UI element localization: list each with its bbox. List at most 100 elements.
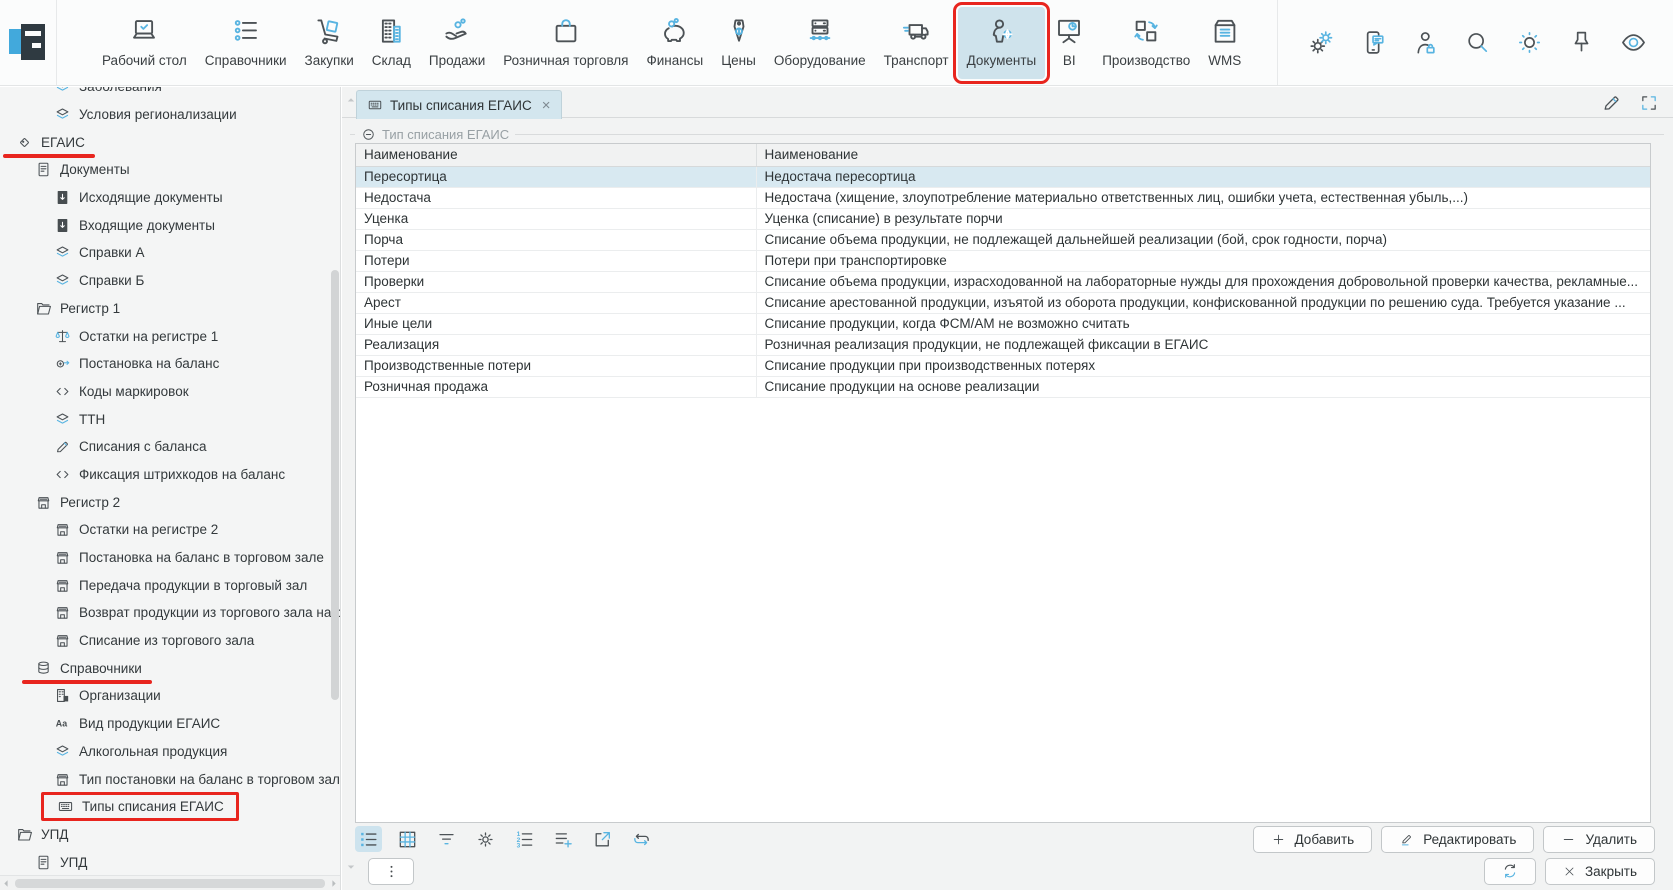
edit-pencil-icon[interactable] xyxy=(1601,92,1622,113)
column-header[interactable]: Наименование xyxy=(756,144,1650,166)
table-row-8[interactable]: Иные целиСписание продукции, когда ФСМ/А… xyxy=(356,313,1650,334)
brightness-button[interactable] xyxy=(1516,29,1543,56)
pin-button[interactable] xyxy=(1568,29,1595,56)
sidebar-vertical-scrollbar[interactable] xyxy=(331,270,339,700)
tree-item-5[interactable]: Исходящие документы xyxy=(0,184,331,212)
view-grid-tool-button[interactable] xyxy=(394,826,421,852)
sidebar-horizontal-scrollbar[interactable] xyxy=(0,875,340,890)
scales-icon xyxy=(54,328,71,345)
nav-item-1[interactable]: Рабочий стол xyxy=(93,7,196,79)
tree-item-17[interactable]: Остатки на регистре 2 xyxy=(0,516,331,544)
nav-item-5[interactable]: Продажи xyxy=(420,7,494,79)
nav-item-label: Закупки xyxy=(305,53,354,68)
tree-item-label: Остатки на регистре 2 xyxy=(79,522,218,537)
visibility-button[interactable] xyxy=(1620,29,1647,56)
tree-item-9[interactable]: Регистр 1 xyxy=(0,295,331,323)
nav-item-7[interactable]: Финансы xyxy=(638,7,713,79)
nav-item-9[interactable]: Оборудование xyxy=(765,7,875,79)
top-toolbar: Рабочий столСправочники Закупки Склад Прода… xyxy=(0,0,1673,86)
tree-item-7[interactable]: Справки А xyxy=(0,239,331,267)
nav-item-label: Производство xyxy=(1102,53,1190,68)
close-button[interactable]: Закрыть xyxy=(1545,858,1655,885)
more-options-button[interactable] xyxy=(368,858,414,885)
filter-tool-button[interactable] xyxy=(433,826,460,852)
search-button[interactable] xyxy=(1464,29,1491,56)
table-row-10[interactable]: Производственные потериСписание продукци… xyxy=(356,355,1650,376)
add-list-tool-button[interactable] xyxy=(550,826,577,852)
table-row-5[interactable]: ПотериПотери при транспортировке xyxy=(356,250,1650,271)
user-lock-button[interactable] xyxy=(1412,29,1439,56)
export-tool-button[interactable] xyxy=(589,826,616,852)
nav-item-6[interactable]: Розничная торговля xyxy=(494,7,637,79)
nav-item-13[interactable]: Производство xyxy=(1093,7,1199,79)
view-list-tool-button[interactable] xyxy=(355,826,382,852)
fullscreen-icon[interactable] xyxy=(1639,93,1659,113)
tree-item-3[interactable]: ЕГАИС xyxy=(0,128,331,156)
nav-item-11[interactable]: Документы xyxy=(958,7,1046,79)
tree-item-12[interactable]: Коды маркировок xyxy=(0,378,331,406)
tree-item-6[interactable]: Входящие документы xyxy=(0,211,331,239)
tree-item-13[interactable]: ТТН xyxy=(0,405,331,433)
tree-item-21[interactable]: Списание из торгового зала xyxy=(0,627,331,655)
tree-item-22[interactable]: Справочники xyxy=(0,654,331,682)
tree-item-4[interactable]: Документы xyxy=(0,156,331,184)
tree-item-1[interactable]: Заболевания xyxy=(0,87,331,101)
tree-item-11[interactable]: Постановка на баланс xyxy=(0,350,331,378)
pencil-icon xyxy=(1399,832,1414,847)
settings-gear-tool-button[interactable] xyxy=(472,826,499,852)
scroll-left-icon[interactable] xyxy=(0,877,13,890)
tree-item-14[interactable]: Списания с баланса xyxy=(0,433,331,461)
column-header[interactable]: Наименование xyxy=(356,144,756,166)
tab-types-spisaniya-egais[interactable]: Типы списания ЕГАИС × xyxy=(356,90,562,119)
tree-item-28[interactable]: УПД xyxy=(0,821,331,849)
scroll-right-icon[interactable] xyxy=(327,877,340,890)
app-logo[interactable] xyxy=(8,22,48,64)
delete-button[interactable]: Удалить xyxy=(1543,826,1655,853)
nav-item-4[interactable]: Склад xyxy=(363,7,420,79)
table-row-6[interactable]: ПроверкиСписание объема продукции, израс… xyxy=(356,271,1650,292)
tree-item-18[interactable]: Постановка на баланс в торговом зале xyxy=(0,544,331,572)
numbered-list-icon: 123 xyxy=(514,829,535,850)
code-icon xyxy=(54,383,71,400)
toolbar-quick-icons xyxy=(1278,29,1673,56)
nav-item-2[interactable]: Справочники xyxy=(196,7,296,79)
tree-item-24[interactable]: АаВид продукции ЕГАИС xyxy=(0,710,331,738)
nav-item-8[interactable]: Цены xyxy=(712,7,765,79)
nav-item-10[interactable]: Транспорт xyxy=(875,7,958,79)
tree-item-29[interactable]: УПД xyxy=(0,848,331,876)
tree-item-2[interactable]: Условия регионализации xyxy=(0,101,331,129)
nav-item-3[interactable]: Закупки xyxy=(296,7,363,79)
table-row-11[interactable]: Розничная продажаСписание продукции на о… xyxy=(356,376,1650,397)
tree-item-8[interactable]: Справки Б xyxy=(0,267,331,295)
settings-button[interactable] xyxy=(1308,29,1335,56)
nav-item-label: Склад xyxy=(372,53,411,68)
refresh-button[interactable] xyxy=(1484,858,1536,885)
tree-item-25[interactable]: Алкогольная продукция xyxy=(0,738,331,766)
table-cell: Проверки xyxy=(356,271,756,292)
messages-button[interactable] xyxy=(1360,29,1387,56)
tree-item-26[interactable]: Тип постановки на баланс в торговом зале xyxy=(0,765,331,793)
tab-close-button[interactable]: × xyxy=(542,98,551,113)
scrollbar-thumb[interactable] xyxy=(15,879,325,888)
add-button[interactable]: Добавить xyxy=(1253,826,1373,853)
tree-item-16[interactable]: Регистр 2 xyxy=(0,488,331,516)
table-row-9[interactable]: РеализацияРозничная реализация продукции… xyxy=(356,334,1650,355)
table-row-1[interactable]: ПересортицаНедостача пересортица xyxy=(356,166,1650,187)
tree-item-23[interactable]: Организации xyxy=(0,682,331,710)
table-row-4[interactable]: ПорчаСписание объема продукции, не подле… xyxy=(356,229,1650,250)
table-row-7[interactable]: АрестСписание арестованной продукции, из… xyxy=(356,292,1650,313)
tree-item-19[interactable]: Передача продукции в торговый зал xyxy=(0,571,331,599)
table-row-3[interactable]: УценкаУценка (списание) в результате пор… xyxy=(356,208,1650,229)
table-cell: Недостача пересортица xyxy=(756,166,1650,187)
tree-item-27[interactable]: Типы списания ЕГАИС xyxy=(0,793,331,821)
numbered-list-tool-button[interactable]: 123 xyxy=(511,826,538,852)
tree-item-15[interactable]: Фиксация штрихкодов на баланс xyxy=(0,461,331,489)
reload-tool-button[interactable] xyxy=(628,826,655,852)
nav-item-12[interactable]: BI xyxy=(1045,7,1093,79)
tree-item-10[interactable]: Остатки на регистре 1 xyxy=(0,322,331,350)
collapse-panel-icon[interactable] xyxy=(361,127,376,142)
table-row-2[interactable]: НедостачаНедостача (хищение, злоупотребл… xyxy=(356,187,1650,208)
edit-button[interactable]: Редактировать xyxy=(1381,826,1534,853)
tree-item-20[interactable]: Возврат продукции из торгового зала на с… xyxy=(0,599,331,627)
nav-item-14[interactable]: WMS xyxy=(1199,7,1250,79)
